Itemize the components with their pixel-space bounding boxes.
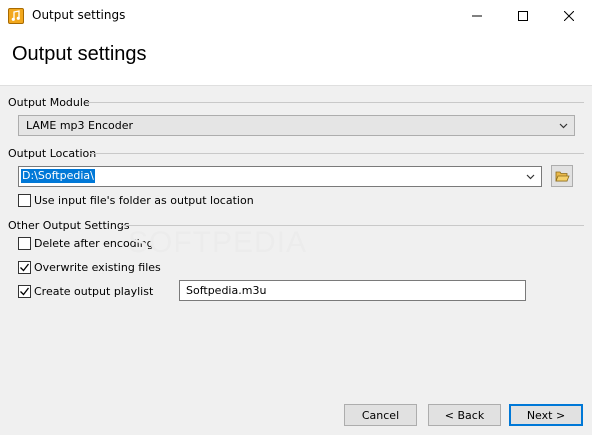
playlist-name-input[interactable]: Softpedia.m3u [179, 280, 526, 301]
next-button[interactable]: Next > [509, 404, 583, 426]
chevron-down-icon [559, 123, 568, 129]
folder-open-icon [555, 171, 570, 182]
window-title: Output settings [32, 8, 126, 22]
app-icon [8, 8, 24, 24]
page-title: Output settings [12, 43, 147, 65]
other-settings-label: Other Output Settings [8, 219, 130, 232]
output-location-label: Output Location [8, 147, 97, 160]
output-module-value: LAME mp3 Encoder [26, 119, 134, 132]
close-button[interactable] [546, 0, 592, 32]
overwrite-existing-checkbox[interactable] [18, 261, 31, 274]
separator [90, 153, 584, 154]
overwrite-existing-label[interactable]: Overwrite existing files [34, 261, 161, 274]
checkmark-icon [20, 263, 30, 272]
use-input-folder-label[interactable]: Use input file's folder as output locati… [34, 194, 254, 207]
output-module-dropdown[interactable]: LAME mp3 Encoder [18, 115, 575, 136]
output-location-input[interactable]: D:\Softpedia\ [18, 166, 542, 187]
playlist-name-value: Softpedia.m3u [186, 284, 267, 297]
browse-folder-button[interactable] [551, 165, 573, 187]
cancel-button[interactable]: Cancel [344, 404, 417, 426]
output-location-value: D:\Softpedia\ [21, 169, 95, 183]
create-playlist-checkbox[interactable] [18, 285, 31, 298]
minimize-icon [472, 15, 482, 17]
output-module-label: Output Module [8, 96, 90, 109]
checkmark-icon [20, 287, 30, 296]
maximize-icon [518, 11, 528, 21]
minimize-button[interactable] [454, 0, 500, 32]
create-playlist-label[interactable]: Create output playlist [34, 285, 153, 298]
separator [88, 102, 584, 103]
back-button[interactable]: < Back [428, 404, 501, 426]
watermark: SOFTPEDIA [128, 226, 308, 259]
close-icon [564, 11, 574, 21]
chevron-down-icon[interactable] [526, 172, 535, 181]
maximize-button[interactable] [500, 0, 546, 32]
delete-after-encoding-checkbox[interactable] [18, 237, 31, 250]
use-input-folder-checkbox[interactable] [18, 194, 31, 207]
